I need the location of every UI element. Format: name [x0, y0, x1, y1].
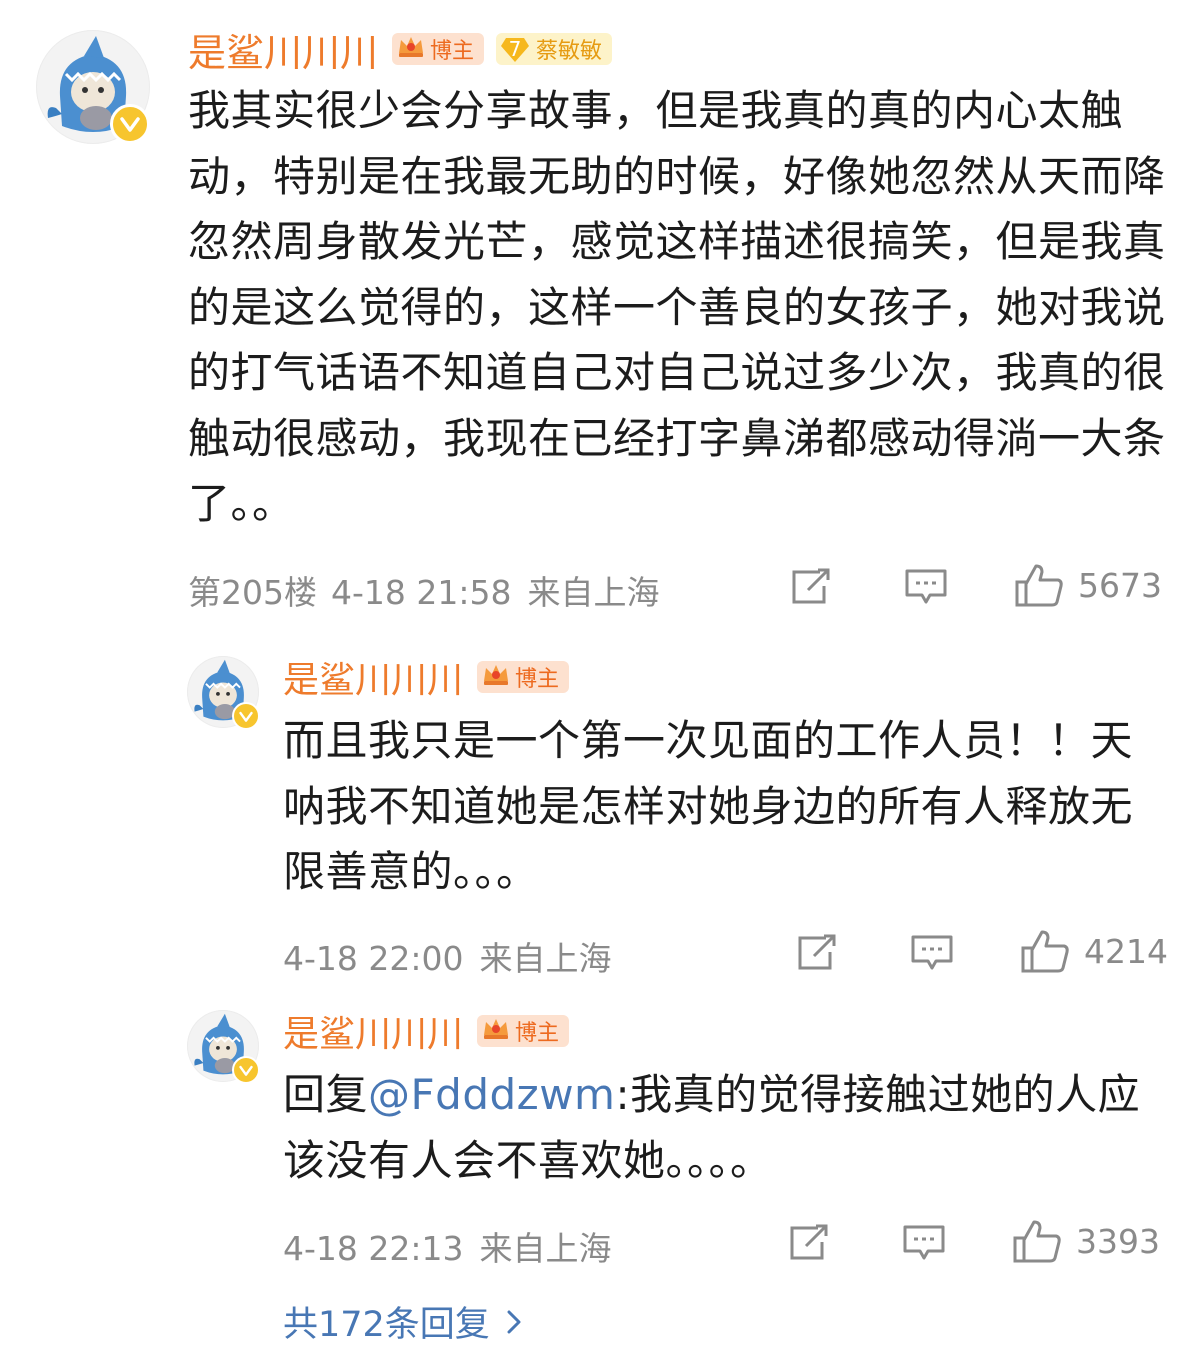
main-comment: 是鲨川川川 博主 7 蔡敏敏 我其实很少会分享故事，但是我真的真的内心太触动，特…	[0, 0, 1200, 620]
username[interactable]: 是鲨川川川	[188, 22, 378, 77]
share-arrow-icon	[790, 1224, 828, 1260]
username[interactable]: 是鲨川川川	[283, 1005, 463, 1057]
like-button[interactable]: 3393	[1012, 1218, 1160, 1264]
thumbs-up-icon	[1015, 564, 1063, 607]
like-count: 3393	[1076, 1221, 1160, 1261]
comment-meta: 第205楼 4-18 21:58 来自上海	[188, 566, 660, 614]
share-arrow-icon	[792, 568, 830, 604]
comment-header: 是鲨川川川 博主	[283, 651, 570, 703]
crown-icon	[396, 33, 426, 65]
like-count: 4214	[1084, 931, 1168, 971]
timestamp: 4-18 22:00	[283, 939, 464, 978]
like-button[interactable]: 5673	[1014, 562, 1162, 608]
comment-bubble-icon	[905, 569, 947, 604]
like-button[interactable]: 4214	[1020, 928, 1168, 974]
comment-header: 是鲨川川川 博主 7 蔡敏敏	[188, 26, 613, 75]
reply-comment: 是鲨川川川 博主 回复@Fdddzwm:我真的觉得接触过她的人应该没有人会不喜欢…	[0, 996, 1200, 1286]
floor-number: 第205楼	[188, 573, 317, 612]
reply-button[interactable]	[904, 568, 948, 606]
blogger-badge-label: 博主	[430, 39, 475, 64]
verified-v-icon	[232, 1056, 260, 1084]
location: 来自上海	[479, 1229, 612, 1268]
comment-text: 回复@Fdddzwm:我真的觉得接触过她的人应该没有人会不喜欢她。。。。	[283, 1062, 1168, 1193]
verified-v-icon	[232, 702, 260, 730]
blogger-badge-label: 博主	[515, 1021, 560, 1046]
replies-count-label: 共172条回复	[283, 1305, 490, 1345]
blogger-badge[interactable]: 博主	[392, 33, 485, 65]
comment-meta: 4-18 22:13 来自上海	[283, 1222, 612, 1270]
thumbs-up-icon	[1013, 1220, 1061, 1263]
location: 来自上海	[479, 939, 612, 978]
fan-level-number: 7	[508, 37, 522, 61]
comment-meta: 4-18 22:00 来自上海	[283, 932, 612, 980]
share-arrow-icon	[798, 934, 836, 970]
crown-icon	[481, 1015, 511, 1047]
verified-v-icon	[110, 104, 150, 144]
reply-comment: 是鲨川川川 博主 而且我只是一个第一次见面的工作人员！！天呐我不知道她是怎样对她…	[0, 640, 1200, 980]
like-count: 5673	[1078, 565, 1162, 605]
blogger-badge[interactable]: 博主	[477, 661, 570, 693]
reply-button[interactable]	[902, 1224, 946, 1262]
reply-button[interactable]	[910, 934, 954, 972]
repost-button[interactable]	[790, 568, 832, 606]
comment-text: 而且我只是一个第一次见面的工作人员！！天呐我不知道她是怎样对她身边的所有人释放无…	[283, 716, 1134, 896]
timestamp: 4-18 21:58	[331, 573, 512, 612]
mention-link[interactable]: @Fdddzwm	[368, 1070, 615, 1119]
comment-bubble-icon	[911, 935, 953, 970]
comment-bubble-icon	[903, 1225, 945, 1260]
chevron-right-icon	[507, 1310, 521, 1333]
crown-icon	[481, 661, 511, 693]
location: 来自上海	[527, 573, 660, 612]
repost-button[interactable]	[788, 1224, 830, 1262]
timestamp: 4-18 22:13	[283, 1229, 464, 1268]
fan-level-badge[interactable]: 7 蔡敏敏	[496, 33, 613, 65]
blogger-badge[interactable]: 博主	[477, 1015, 570, 1047]
comment-text: 我其实很少会分享故事，但是我真的真的内心太触动，特别是在我最无助的时候，好像她忽…	[188, 86, 1166, 528]
diamond-level-icon: 7	[500, 35, 530, 63]
comment-header: 是鲨川川川 博主	[283, 1005, 570, 1057]
username[interactable]: 是鲨川川川	[283, 651, 463, 703]
blogger-badge-label: 博主	[515, 667, 560, 692]
repost-button[interactable]	[796, 934, 838, 972]
reply-prefix: 回复	[283, 1070, 369, 1119]
thumbs-up-icon	[1021, 930, 1069, 973]
fan-badge-label: 蔡敏敏	[536, 39, 603, 64]
view-all-replies-link[interactable]: 共172条回复	[283, 1296, 522, 1347]
